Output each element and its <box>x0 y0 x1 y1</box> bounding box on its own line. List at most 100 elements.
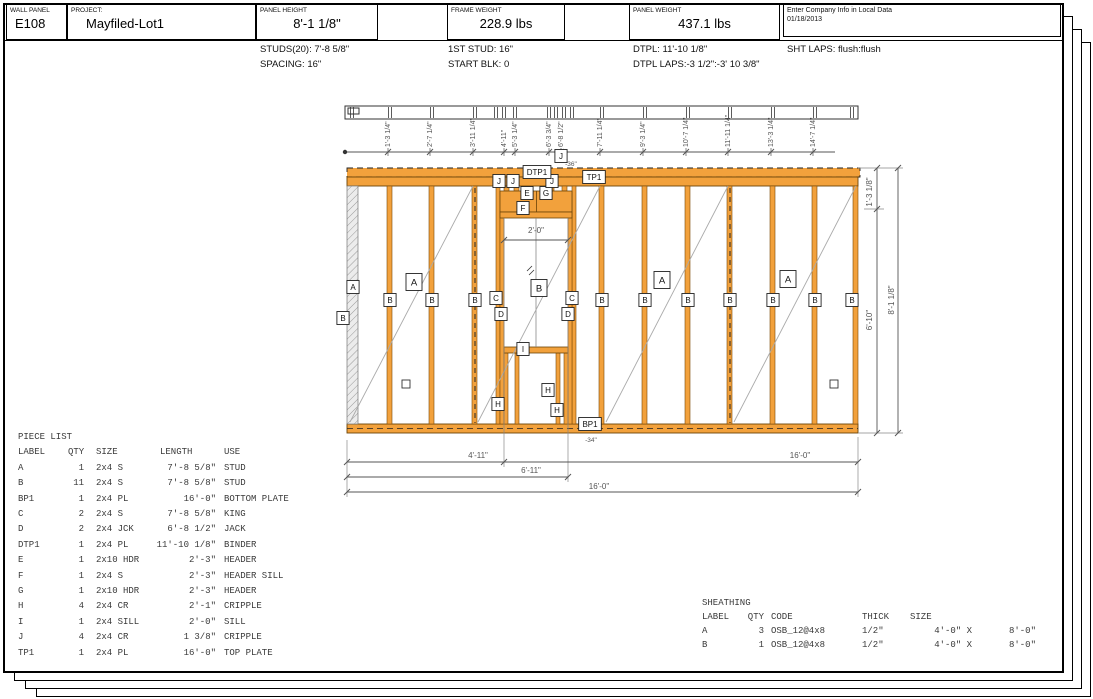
window-opening <box>500 191 572 353</box>
svg-text:C: C <box>569 294 575 303</box>
sill-i <box>504 347 568 353</box>
top-dim-label: 9'-3 1/4" <box>640 121 647 147</box>
piece-list: PIECE LIST LABEL QTY SIZE LENGTH USE A12… <box>18 430 289 661</box>
svg-text:C: C <box>493 294 499 303</box>
svg-text:A: A <box>659 275 666 286</box>
sheathing-header: LABEL QTY CODE THICK SIZE <box>702 610 1036 624</box>
sheathing-row: B1OSB_12@4x81/2"4'-0" X8'-0" <box>702 638 1036 652</box>
piece-list-rows: A12x4 S7'-8 5/8"STUDB112x4 S7'-8 5/8"STU… <box>18 461 289 661</box>
stud <box>572 186 576 424</box>
svg-text:B: B <box>849 296 854 305</box>
svg-text:A: A <box>411 277 418 288</box>
member-label: E <box>521 187 533 200</box>
top-dim-label: 5'-3 1/4" <box>512 121 519 147</box>
top-dim-label: 1'-3 1/4" <box>385 121 392 147</box>
top-dim-label: 11'-11 1/4" <box>725 114 732 147</box>
svg-text:B: B <box>536 283 542 294</box>
piece-list-row: I12x4 SILL2'-0"SILL <box>18 615 289 630</box>
member-label: J <box>493 175 505 188</box>
sheathing-list: SHEATHING LABEL QTY CODE THICK SIZE A3OS… <box>702 596 1036 652</box>
svg-text:16'-0": 16'-0" <box>790 451 811 460</box>
svg-text:TP1: TP1 <box>587 173 602 182</box>
member-label: H <box>551 404 563 417</box>
piece-list-row: BP112x4 PL16'-0"BOTTOM PLATE <box>18 492 289 507</box>
top-dim-label: 6'-3 3/4" <box>546 121 553 147</box>
member-label: C <box>566 292 578 305</box>
piece-list-row: DTP112x4 PL11'-10 1/8"BINDER <box>18 538 289 553</box>
member-label: B <box>596 294 608 307</box>
piece-list-row: TP112x4 PL16'-0"TOP PLATE <box>18 646 289 661</box>
piece-list-row: B112x4 S7'-8 5/8"STUD <box>18 476 289 491</box>
member-label: B <box>639 294 651 307</box>
member-label: H <box>542 384 554 397</box>
member-label: I <box>517 343 529 356</box>
sheathing-rows: A3OSB_12@4x81/2"4'-0" X8'-0"B1OSB_12@4x8… <box>702 624 1036 652</box>
piece-list-row: H42x4 CR2'-1"CRIPPLE <box>18 599 289 614</box>
svg-text:E: E <box>524 189 529 198</box>
svg-text:J: J <box>497 177 501 186</box>
header-sill-f <box>500 212 572 218</box>
svg-text:BP1: BP1 <box>582 420 598 429</box>
svg-text:B: B <box>472 296 477 305</box>
member-label: B <box>469 294 481 307</box>
svg-text:J: J <box>511 177 515 186</box>
member-label: B <box>426 294 438 307</box>
top-dim-label: 2'-7 1/4" <box>427 121 434 147</box>
member-label: B <box>337 312 349 325</box>
member-label: H <box>492 398 504 411</box>
svg-text:B: B <box>685 296 690 305</box>
svg-text:6'-11": 6'-11" <box>521 466 541 475</box>
piece-list-row: G12x10 HDR2'-3"HEADER <box>18 584 289 599</box>
member-label: B <box>531 280 547 297</box>
svg-text:B: B <box>770 296 775 305</box>
member-label: B <box>724 294 736 307</box>
piece-list-row: A12x4 S7'-8 5/8"STUD <box>18 461 289 476</box>
piece-list-row: J42x4 CR1 3/8"CRIPPLE <box>18 630 289 645</box>
svg-text:6'-10": 6'-10" <box>865 310 874 331</box>
top-dim-label: 14'-7 1/4" <box>810 117 817 147</box>
svg-text:D: D <box>565 310 571 319</box>
svg-text:1'-3 1/8": 1'-3 1/8" <box>865 177 874 206</box>
svg-text:B: B <box>642 296 647 305</box>
wall-panel-drawing-app: { "header": { "wall_panel_label": "WALL … <box>0 0 1093 699</box>
top-dim-label: 6'-8 1/2" <box>558 121 565 147</box>
end-stud-hatched <box>347 186 358 424</box>
sheathing-row: A3OSB_12@4x81/2"4'-0" X8'-0" <box>702 624 1036 638</box>
top-dim-label: 4'-11" <box>501 129 508 147</box>
member-label: A <box>406 274 422 291</box>
member-label: B <box>682 294 694 307</box>
member-label: B <box>846 294 858 307</box>
member-label: A <box>780 271 796 288</box>
member-label: A <box>654 272 670 289</box>
member-label: A <box>347 281 359 294</box>
svg-text:B: B <box>340 314 345 323</box>
stud <box>515 353 519 424</box>
piece-list-row: E12x10 HDR2'-3"HEADER <box>18 553 289 568</box>
svg-text:A: A <box>785 274 792 285</box>
svg-text:H: H <box>495 400 501 409</box>
member-label: B <box>809 294 821 307</box>
svg-text:B: B <box>387 296 392 305</box>
svg-text:D: D <box>498 310 504 319</box>
svg-text:4'-11": 4'-11" <box>468 451 488 460</box>
member-label: C <box>490 292 502 305</box>
svg-text:B: B <box>727 296 732 305</box>
member-label: J <box>555 150 567 163</box>
member-label: D <box>495 308 507 321</box>
top-dim-label: 7'-11 1/4" <box>597 117 604 147</box>
member-label: J <box>507 175 519 188</box>
piece-list-title: PIECE LIST <box>18 430 289 445</box>
svg-text:G: G <box>543 189 549 198</box>
stud <box>564 353 568 424</box>
svg-text:I: I <box>522 345 524 354</box>
svg-text:B: B <box>599 296 604 305</box>
svg-text:B: B <box>812 296 817 305</box>
stud <box>496 186 500 424</box>
member-label: DTP1 <box>523 166 551 179</box>
piece-list-row: C22x4 S7'-8 5/8"KING <box>18 507 289 522</box>
svg-text:8'-1 1/8": 8'-1 1/8" <box>887 285 896 314</box>
piece-list-row: D22x4 JCK6'-8 1/2"JACK <box>18 522 289 537</box>
studs <box>387 186 858 424</box>
member-label: G <box>540 187 552 200</box>
plate-layout-strip <box>345 106 858 119</box>
